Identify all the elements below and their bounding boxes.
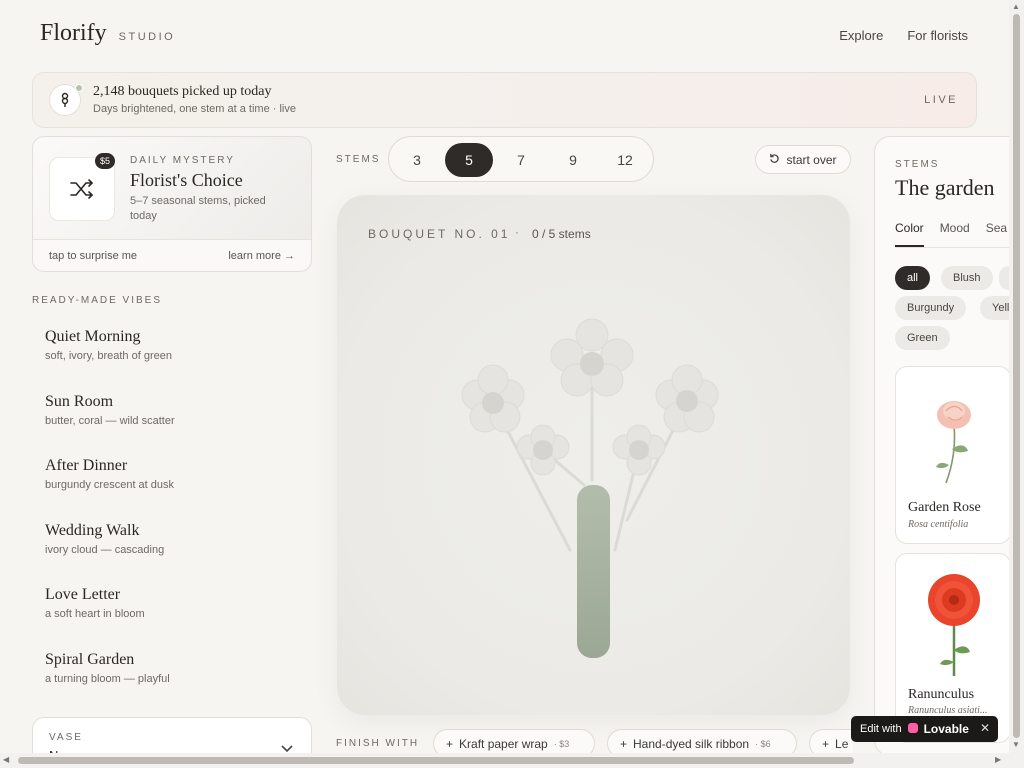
flower-card[interactable]: Ranunculus Ranunculus asiati... <box>895 553 1011 743</box>
scroll-down-icon[interactable]: ▼ <box>1012 740 1020 749</box>
banner-headline: 2,148 bouquets picked up today <box>93 84 272 99</box>
vibe-name: Love Letter <box>45 586 121 603</box>
badge-brand: Lovable <box>923 722 969 736</box>
bouquet-illustration <box>461 318 719 658</box>
edit-with-lovable-badge[interactable]: Edit with Lovable ✕ <box>851 716 998 742</box>
plus-icon: + <box>446 736 454 751</box>
stem-option-9[interactable]: 9 <box>549 143 597 177</box>
garden-title: The garden <box>895 175 995 200</box>
vibe-desc: a turning bloom — playful <box>45 673 170 685</box>
chip-blush[interactable]: Blush <box>941 266 993 290</box>
nav-for-florists[interactable]: For florists <box>907 28 968 43</box>
vibe-item[interactable]: Sun Room butter, coral — wild scatter <box>45 393 285 427</box>
vibe-item[interactable]: Quiet Morning soft, ivory, breath of gree… <box>45 328 285 362</box>
flower-latin: Rosa centifolia <box>908 519 969 530</box>
tab-mood[interactable]: Mood <box>940 221 970 247</box>
brand[interactable]: Florify STUDIO <box>40 20 175 47</box>
finish-name: Le <box>835 736 849 751</box>
flower-latin: Ranunculus asiati... <box>908 705 988 716</box>
lovable-heart-icon <box>907 722 918 736</box>
stems-selector: 3 5 7 9 12 <box>388 136 654 182</box>
vibe-name: Spiral Garden <box>45 651 135 668</box>
top-nav: Explore For florists <box>839 28 968 43</box>
vibe-desc: butter, coral — wild scatter <box>45 415 175 427</box>
live-label: LIVE <box>924 94 958 106</box>
start-over-button[interactable]: start over <box>755 145 851 174</box>
vibe-desc: burgundy crescent at dusk <box>45 479 175 491</box>
garden-tabs: Color Mood Sea <box>895 221 1007 247</box>
banner-tagline: Days brightened, one stem at a time · li… <box>93 103 296 115</box>
stems-label: STEMS <box>336 154 381 165</box>
finish-price: · $6 <box>755 738 771 749</box>
chip-burgundy[interactable]: Burgundy <box>895 296 967 320</box>
live-banner: 2,148 bouquets picked up today Days brig… <box>32 72 977 128</box>
nav-explore[interactable]: Explore <box>839 28 883 43</box>
badge-prefix: Edit with <box>860 723 902 735</box>
learn-more-link[interactable]: learn more → <box>228 250 295 262</box>
vibe-name: Sun Room <box>45 393 114 410</box>
horizontal-scroll-thumb[interactable] <box>18 757 854 764</box>
plus-icon: + <box>620 736 628 751</box>
vibe-name: Wedding Walk <box>45 522 140 539</box>
mystery-description: 5–7 seasonal stems, picked today <box>130 195 266 222</box>
stem-option-12[interactable]: 12 <box>601 143 649 177</box>
bouquet-caption: BOUQUET NO. 01 <box>368 227 511 241</box>
price-badge: $5 <box>95 153 116 169</box>
flower-name: Garden Rose <box>908 500 981 515</box>
mystery-footer: tap to surprise me learn more → <box>33 239 311 271</box>
tab-season[interactable]: Sea <box>986 221 1007 247</box>
mystery-kicker: DAILY MYSTERY <box>130 155 235 166</box>
scroll-right-icon[interactable]: ▶ <box>995 755 1001 764</box>
flower-card[interactable]: Garden Rose Rosa centifolia <box>895 366 1011 544</box>
finish-name: Kraft paper wrap <box>459 736 548 751</box>
garden-panel: STEMS The garden Color Mood Sea all Blus… <box>874 136 1024 756</box>
vibe-desc: soft, ivory, breath of green <box>45 350 172 362</box>
finish-name: Hand-dyed silk ribbon <box>633 736 750 751</box>
stem-count: 0 / 5 stems <box>532 227 591 241</box>
vibe-item[interactable]: After Dinner burgundy crescent at dusk <box>45 457 285 491</box>
caption-separator: · <box>515 225 519 239</box>
stem-option-5[interactable]: 5 <box>445 143 493 177</box>
finish-label: FINISH WITH <box>336 738 420 749</box>
vibe-name: After Dinner <box>45 457 128 474</box>
daily-mystery-card[interactable]: $5 DAILY MYSTERY Florist's Choice 5–7 se… <box>32 136 312 272</box>
ranunculus-image <box>928 574 980 676</box>
vase-label: VASE <box>49 732 83 743</box>
stem-option-7[interactable]: 7 <box>497 143 545 177</box>
flower-name: Ranunculus <box>908 687 975 702</box>
vibe-item[interactable]: Wedding Walk ivory cloud — cascading <box>45 522 285 556</box>
tab-divider <box>895 247 1024 248</box>
vibe-desc: ivory cloud — cascading <box>45 544 165 556</box>
mystery-title: Florist's Choice <box>130 170 243 190</box>
vertical-scrollbar[interactable]: ▲ ▼ <box>1009 0 1024 768</box>
vibe-item[interactable]: Spiral Garden a turning bloom — playful <box>45 651 285 685</box>
live-dot <box>75 84 83 92</box>
tab-color[interactable]: Color <box>895 221 924 247</box>
scroll-up-icon[interactable]: ▲ <box>1012 2 1020 11</box>
logo-subtitle: STUDIO <box>118 31 176 43</box>
reset-icon <box>769 153 780 167</box>
vibes-heading: READY-MADE VIBES <box>32 295 162 306</box>
stem-option-3[interactable]: 3 <box>393 143 441 177</box>
finish-price: · $3 <box>553 738 570 749</box>
vertical-scroll-thumb[interactable] <box>1013 14 1020 738</box>
surprise-me-link[interactable]: tap to surprise me <box>49 250 137 262</box>
chip-all[interactable]: all <box>895 266 931 290</box>
vibe-name: Quiet Morning <box>45 328 141 345</box>
scroll-left-icon[interactable]: ◀ <box>3 755 9 764</box>
close-icon[interactable]: ✕ <box>980 721 990 735</box>
garden-kicker: STEMS <box>895 159 940 170</box>
start-over-label: start over <box>786 152 837 167</box>
plus-icon: + <box>822 736 830 751</box>
garden-rose-image <box>936 401 971 484</box>
chip-green[interactable]: Green <box>895 326 950 350</box>
logo: Florify <box>40 20 107 46</box>
vibe-desc: a soft heart in bloom <box>45 608 145 620</box>
horizontal-scrollbar[interactable]: ◀ ▶ <box>0 753 1009 768</box>
vibe-item[interactable]: Love Letter a soft heart in bloom <box>45 586 285 620</box>
bouquet-canvas[interactable]: BOUQUET NO. 01 · 0 / 5 stems <box>337 195 850 715</box>
